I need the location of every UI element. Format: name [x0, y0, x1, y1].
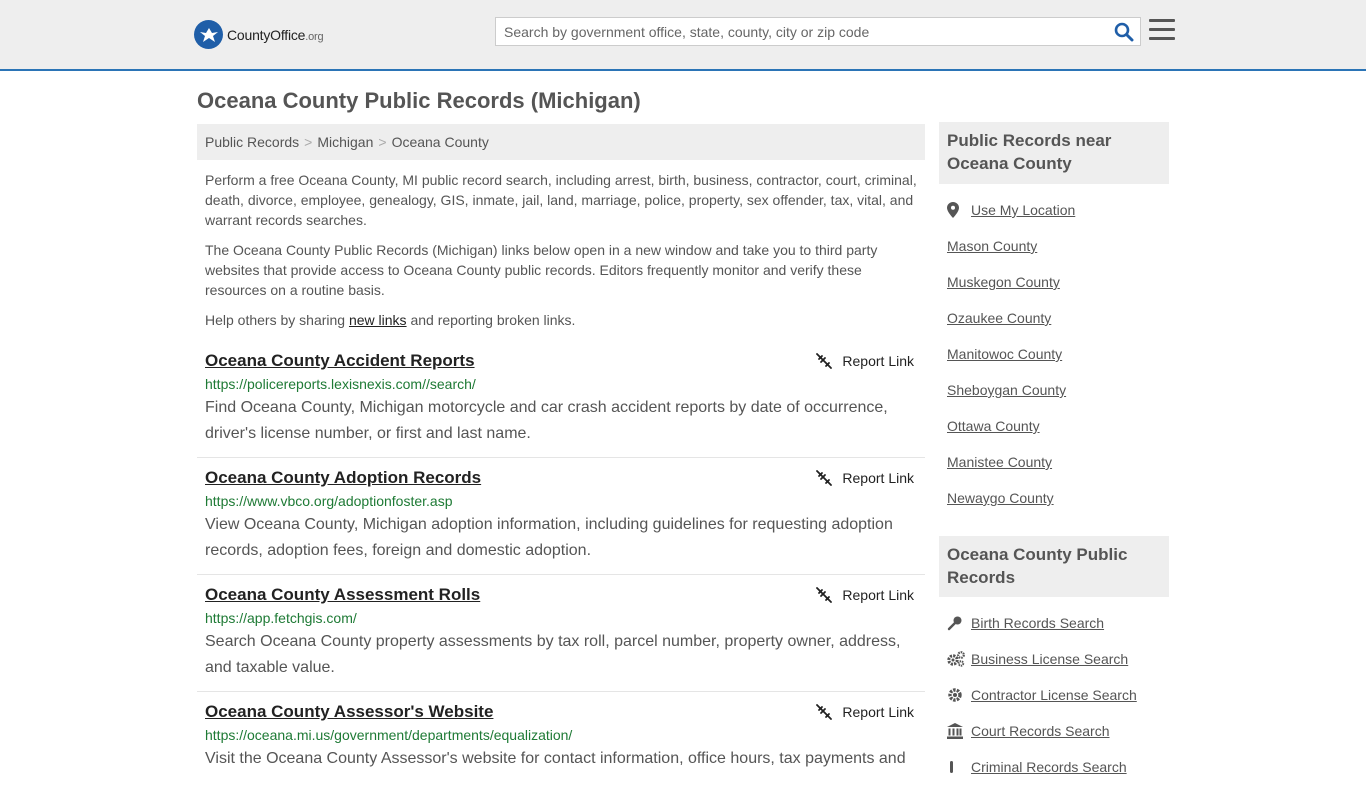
record-url: https://oceana.mi.us/government/departme…: [205, 727, 573, 743]
report-link-button[interactable]: Report Link: [816, 353, 914, 369]
sidebar-item-mason-county: Mason County: [947, 228, 1169, 264]
record-title-link[interactable]: Oceana County Adoption Records: [205, 468, 481, 488]
sidebar-item-ottawa-county: Ottawa County: [947, 408, 1169, 444]
record-url: https://app.fetchgis.com/: [205, 610, 357, 626]
search-input[interactable]: [496, 18, 1096, 45]
page-title: Oceana County Public Records (Michigan): [197, 88, 641, 113]
breadcrumb-separator: >: [378, 134, 387, 150]
birth-records-link[interactable]: Birth Records Search: [971, 615, 1104, 631]
courthouse-icon: [947, 723, 971, 739]
report-link-button[interactable]: Report Link: [816, 587, 914, 603]
county-link[interactable]: Ozaukee County: [947, 310, 1051, 326]
record-item: Oceana County Accident Reports Report Li…: [197, 341, 925, 458]
handcuffs-icon: [947, 759, 971, 775]
broken-link-icon: [816, 704, 833, 720]
site-logo[interactable]: CountyOffice.org: [194, 20, 324, 49]
use-my-location-link[interactable]: Use My Location: [971, 202, 1075, 218]
new-links-link[interactable]: new links: [349, 312, 407, 328]
criminal-records-link[interactable]: Criminal Records Search: [971, 759, 1127, 775]
site-header: CountyOffice.org: [0, 0, 1366, 71]
sidebar-item-newaygo-county: Newaygo County: [947, 480, 1169, 516]
county-link[interactable]: Mason County: [947, 238, 1037, 254]
disclaimer-paragraph: The Oceana County Public Records (Michig…: [205, 242, 878, 298]
county-link[interactable]: Sheboygan County: [947, 382, 1066, 398]
county-link[interactable]: Manistee County: [947, 454, 1052, 470]
breadcrumb-link-oceana-county[interactable]: Oceana County: [392, 134, 489, 150]
logo-text: CountyOffice.org: [227, 26, 324, 43]
record-description: Search Oceana County property assessment…: [205, 633, 901, 676]
location-pin-icon: [947, 202, 971, 218]
county-records-list: Birth Records Search Business License Se…: [947, 605, 1169, 785]
county-link[interactable]: Ottawa County: [947, 418, 1040, 434]
sidebar-item-business-license: Business License Search: [947, 641, 1169, 677]
record-description: View Oceana County, Michigan adoption in…: [205, 516, 893, 559]
broken-link-icon: [816, 470, 833, 486]
contractor-license-link[interactable]: Contractor License Search: [971, 687, 1137, 703]
report-link-button[interactable]: Report Link: [816, 470, 914, 486]
breadcrumb-link-public-records[interactable]: Public Records: [205, 134, 299, 150]
breadcrumb-separator: >: [304, 134, 313, 150]
report-link-button[interactable]: Report Link: [816, 704, 914, 720]
sidebar-item-use-my-location: Use My Location: [947, 192, 1169, 228]
sidebar-item-contractor-license: Contractor License Search: [947, 677, 1169, 713]
record-title-link[interactable]: Oceana County Accident Reports: [205, 351, 475, 371]
county-link[interactable]: Manitowoc County: [947, 346, 1062, 362]
intro-paragraph: Perform a free Oceana County, MI public …: [205, 172, 917, 228]
record-title-link[interactable]: Oceana County Assessment Rolls: [205, 585, 480, 605]
record-description: Find Oceana County, Michigan motorcycle …: [205, 399, 888, 442]
court-records-link[interactable]: Court Records Search: [971, 723, 1110, 739]
seal-icon: [194, 20, 223, 49]
sidebar-item-court-records: Court Records Search: [947, 713, 1169, 749]
record-url: https://policereports.lexisnexis.com//se…: [205, 376, 476, 392]
broken-link-icon: [816, 587, 833, 603]
sidebar-item-manistee-county: Manistee County: [947, 444, 1169, 480]
county-link[interactable]: Muskegon County: [947, 274, 1060, 290]
record-item: Oceana County Adoption Records Report Li…: [197, 458, 925, 575]
sidebar-item-muskegon-county: Muskegon County: [947, 264, 1169, 300]
breadcrumb-link-michigan[interactable]: Michigan: [317, 134, 373, 150]
sidebar-item-ozaukee-county: Ozaukee County: [947, 300, 1169, 336]
broken-link-icon: [816, 353, 833, 369]
nearby-records-list: Use My Location Mason County Muskegon Co…: [947, 192, 1169, 516]
record-item: Oceana County Assessment Rolls Report Li…: [197, 575, 925, 692]
records-list: Oceana County Accident Reports Report Li…: [197, 341, 925, 809]
baby-rattle-icon: [947, 615, 971, 631]
sidebar-item-sheboygan-county: Sheboygan County: [947, 372, 1169, 408]
sidebar-item-criminal-records: Criminal Records Search: [947, 749, 1169, 785]
sidebar-item-birth-records: Birth Records Search: [947, 605, 1169, 641]
business-license-link[interactable]: Business License Search: [971, 651, 1128, 667]
nearby-records-heading: Public Records near Oceana County: [939, 122, 1169, 184]
share-paragraph: Help others by sharing new links and rep…: [205, 312, 576, 328]
search-icon[interactable]: [1114, 22, 1134, 42]
gear-icon: [947, 687, 971, 703]
record-url: https://www.vbco.org/adoptionfoster.asp: [205, 493, 453, 509]
county-link[interactable]: Newaygo County: [947, 490, 1054, 506]
record-item: Oceana County Assessor's Website Report …: [197, 692, 925, 809]
breadcrumb: Public Records > Michigan > Oceana County: [197, 124, 925, 160]
record-description: Visit the Oceana County Assessor's websi…: [205, 750, 906, 767]
record-title-link[interactable]: Oceana County Assessor's Website: [205, 702, 493, 722]
gears-icon: [947, 651, 971, 667]
hamburger-menu-icon[interactable]: [1149, 19, 1175, 41]
county-records-heading: Oceana County Public Records: [939, 536, 1169, 597]
sidebar-item-manitowoc-county: Manitowoc County: [947, 336, 1169, 372]
search-box: [495, 17, 1141, 46]
